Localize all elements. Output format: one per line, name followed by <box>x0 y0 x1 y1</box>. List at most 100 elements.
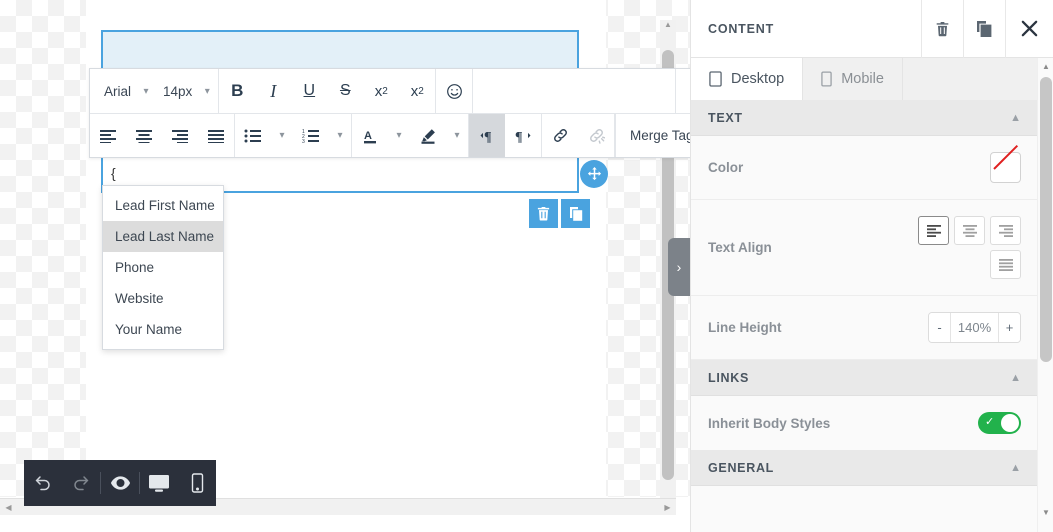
line-height-decrement-button[interactable]: - <box>929 313 950 342</box>
link-controls <box>542 114 615 157</box>
svg-text:A: A <box>364 130 372 142</box>
emoji-controls <box>436 69 473 113</box>
font-size-select[interactable]: 14px <box>157 70 196 113</box>
text-color-chevron-down-icon[interactable]: ▾ <box>388 130 410 141</box>
device-tabs: Desktop Mobile <box>691 58 1053 100</box>
numbered-list-button[interactable]: 1 2 3 <box>293 114 329 157</box>
panel-scroll-thumb[interactable] <box>1040 77 1052 362</box>
merge-tag-item-3[interactable]: Website <box>103 283 223 314</box>
panel-delete-button[interactable] <box>921 0 963 58</box>
desktop-icon <box>709 71 722 87</box>
block-duplicate-button[interactable] <box>561 199 590 228</box>
section-header-links[interactable]: LINKS ▲ <box>691 360 1038 396</box>
emoji-icon[interactable] <box>436 70 472 113</box>
scroll-left-arrow-icon[interactable]: ◀ <box>0 503 17 512</box>
panel-align-left-button[interactable] <box>918 216 949 245</box>
superscript-button[interactable]: x2 <box>363 70 399 113</box>
numbered-list-chevron-down-icon[interactable]: ▾ <box>329 130 351 141</box>
panel-scrollbar[interactable]: ▲ ▼ <box>1037 58 1053 532</box>
panel-duplicate-button[interactable] <box>963 0 1005 58</box>
ltr-direction-button[interactable]: ¶ <box>469 114 505 157</box>
color-swatch-button[interactable] <box>990 152 1021 183</box>
editor-bottom-toolbar <box>24 460 216 506</box>
rte-row-2: ▾ 1 2 3 ▾ <box>90 113 690 157</box>
move-handle[interactable] <box>580 160 608 188</box>
text-color-button[interactable]: A <box>352 114 388 157</box>
bulleted-list-button[interactable] <box>235 114 271 157</box>
rtl-direction-button[interactable]: ¶ <box>505 114 541 157</box>
panel-scroll-up-arrow-icon[interactable]: ▲ <box>1038 58 1053 74</box>
block-text: { <box>111 165 116 181</box>
subscript-button[interactable]: x2 <box>399 70 435 113</box>
link-button[interactable] <box>542 114 578 157</box>
panel-header: CONTENT <box>691 0 1053 58</box>
align-justify-button[interactable] <box>198 114 234 157</box>
row-text-align: Text Align <box>691 200 1038 296</box>
merge-tag-menu: Lead First Name Lead Last Name Phone Web… <box>102 185 224 350</box>
svg-text:3: 3 <box>302 139 305 143</box>
merge-tag-item-2[interactable]: Phone <box>103 252 223 283</box>
rich-text-toolbar: Arial ▾ 14px ▾ B I U S x2 <box>89 68 690 158</box>
tab-mobile[interactable]: Mobile <box>803 58 903 100</box>
section-header-text[interactable]: TEXT ▲ <box>691 100 1038 136</box>
section-header-general[interactable]: GENERAL ▲ <box>691 450 1038 486</box>
merge-tag-item-0[interactable]: Lead First Name <box>103 190 223 221</box>
merge-tag-item-1[interactable]: Lead Last Name <box>103 221 223 252</box>
highlight-color-button[interactable] <box>410 114 446 157</box>
line-height-stepper: - 140% + <box>928 312 1021 343</box>
inherit-body-styles-toggle[interactable]: ✓ <box>978 412 1021 434</box>
italic-button[interactable]: I <box>255 70 291 113</box>
panel-align-center-button[interactable] <box>954 216 985 245</box>
scroll-up-arrow-icon[interactable]: ▲ <box>660 20 676 29</box>
align-center-button[interactable] <box>126 114 162 157</box>
font-family-select[interactable]: Arial <box>90 70 135 113</box>
panel-expander-button[interactable]: › <box>668 238 690 296</box>
panel-title: CONTENT <box>691 22 921 36</box>
inherit-body-styles-label: Inherit Body Styles <box>708 416 978 431</box>
align-left-button[interactable] <box>90 114 126 157</box>
panel-scroll-down-arrow-icon[interactable]: ▼ <box>1038 504 1053 520</box>
tab-desktop[interactable]: Desktop <box>691 58 803 100</box>
scroll-right-arrow-icon[interactable]: ▶ <box>659 503 676 512</box>
chevron-up-icon: ▲ <box>1010 462 1021 474</box>
font-size-chevron-down-icon[interactable]: ▾ <box>196 86 218 97</box>
row-inherit-body-styles: Inherit Body Styles ✓ <box>691 396 1038 450</box>
selected-content-block[interactable] <box>101 30 579 72</box>
section-title-links: LINKS <box>708 371 1010 385</box>
block-delete-button[interactable] <box>529 199 558 228</box>
text-align-buttons <box>917 216 1021 279</box>
merge-tags-label: Merge Tags <box>630 128 690 143</box>
section-title-general: GENERAL <box>708 461 1010 475</box>
mobile-icon <box>821 71 832 87</box>
color-controls: A ▾ ▾ <box>352 114 469 157</box>
preview-button[interactable] <box>101 460 139 506</box>
row-line-height: Line Height - 140% + <box>691 296 1038 360</box>
check-icon: ✓ <box>985 415 994 428</box>
bold-button[interactable]: B <box>219 70 255 113</box>
panel-close-button[interactable] <box>1005 0 1053 58</box>
undo-button[interactable] <box>24 460 62 506</box>
tab-desktop-label: Desktop <box>731 71 784 87</box>
mobile-view-button[interactable] <box>178 460 216 506</box>
font-family-chevron-down-icon[interactable]: ▾ <box>135 86 157 97</box>
rte-row-1: Arial ▾ 14px ▾ B I U S x2 <box>90 69 690 113</box>
panel-align-right-button[interactable] <box>990 216 1021 245</box>
font-family-value: Arial <box>104 84 131 99</box>
line-height-increment-button[interactable]: + <box>999 313 1020 342</box>
desktop-view-button[interactable] <box>140 460 178 506</box>
block-action-buttons <box>529 199 590 228</box>
merge-tags-dropdown[interactable]: Merge Tags ▾ <box>615 114 690 157</box>
merge-tag-item-4[interactable]: Your Name <box>103 314 223 345</box>
unlink-button[interactable] <box>578 114 614 157</box>
panel-align-justify-button[interactable] <box>990 250 1021 279</box>
svg-text:¶: ¶ <box>515 130 523 143</box>
underline-button[interactable]: U <box>291 70 327 113</box>
redo-button[interactable] <box>62 460 100 506</box>
collapse-toolbar-button[interactable] <box>675 69 690 113</box>
bulleted-list-chevron-down-icon[interactable]: ▾ <box>271 130 293 141</box>
align-right-button[interactable] <box>162 114 198 157</box>
line-height-value[interactable]: 140% <box>950 313 999 342</box>
direction-controls: ¶ ¶ <box>469 114 542 157</box>
strikethrough-button[interactable]: S <box>327 70 363 113</box>
highlight-color-chevron-down-icon[interactable]: ▾ <box>446 130 468 141</box>
